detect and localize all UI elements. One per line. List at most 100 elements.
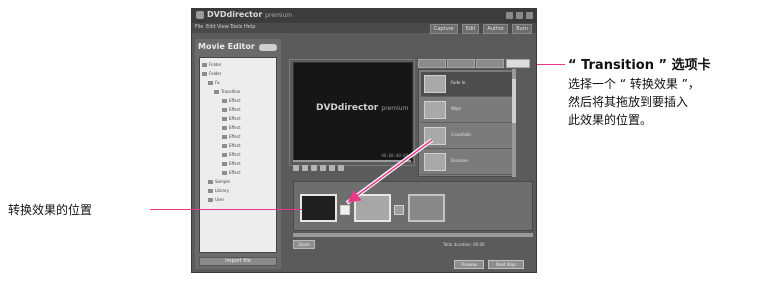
tree-item[interactable]: Library bbox=[208, 188, 229, 194]
callout-heading: “ Transition ” 选项卡 bbox=[568, 58, 711, 73]
author-button[interactable]: Author bbox=[483, 24, 509, 34]
folder-icon bbox=[214, 90, 219, 94]
transition-item[interactable]: Crossfade bbox=[421, 124, 513, 149]
folder-icon bbox=[208, 81, 213, 85]
tree-item[interactable]: Transition bbox=[214, 89, 240, 95]
storyboard-clip[interactable] bbox=[354, 194, 391, 222]
tree-item-label: Transition bbox=[221, 89, 241, 94]
minimize-icon[interactable] bbox=[506, 12, 513, 19]
folder-icon bbox=[208, 189, 213, 193]
transition-slot[interactable] bbox=[340, 205, 350, 215]
app-title: DVDdirector premium bbox=[207, 10, 293, 19]
tree-item-label: Sample bbox=[215, 179, 230, 184]
folder-icon bbox=[208, 198, 213, 202]
timeline-bar[interactable] bbox=[293, 233, 533, 237]
app-window: DVDdirector premium File Edit View Tools… bbox=[191, 8, 537, 273]
seek-bar[interactable] bbox=[293, 160, 411, 162]
tree-item-label: Effect bbox=[229, 116, 241, 121]
zoom-button[interactable]: Zoom bbox=[293, 240, 315, 249]
transition-slot[interactable] bbox=[394, 205, 404, 215]
folder-icon bbox=[202, 72, 207, 76]
mode-toolbar: Capture Edit Author Burn bbox=[429, 23, 532, 35]
capture-button[interactable]: Capture bbox=[429, 24, 458, 34]
library-tabs bbox=[418, 59, 536, 68]
transition-thumbnail bbox=[424, 75, 446, 93]
transition-tab-callout: “ Transition ” 选项卡 选择一个 “ 转换效果 ”， 然后将其拖放… bbox=[568, 56, 768, 129]
file-tree[interactable]: Folder Folder Fx Transition Effect Effect Effe… bbox=[199, 57, 277, 253]
tree-item[interactable]: Sample bbox=[208, 179, 230, 185]
transition-list: Fade In Wipe Crossfade Dissolve bbox=[418, 69, 516, 177]
tree-item[interactable]: Effect bbox=[222, 107, 241, 113]
transition-name: Dissolve bbox=[451, 158, 468, 163]
tree-item-label: Effect bbox=[229, 152, 241, 157]
tree-item-label: User bbox=[215, 197, 225, 202]
menu-tools[interactable]: Tools bbox=[230, 24, 242, 30]
tree-item-label: Effect bbox=[229, 125, 241, 130]
transition-item[interactable]: Dissolve bbox=[421, 150, 513, 175]
transition-item[interactable]: Fade In bbox=[421, 72, 513, 97]
storyboard-clip[interactable] bbox=[300, 194, 337, 222]
tree-item[interactable]: Folder bbox=[202, 71, 221, 77]
forward-icon[interactable] bbox=[329, 165, 335, 171]
import-button[interactable]: Import file bbox=[199, 257, 277, 266]
volume-icon[interactable] bbox=[338, 165, 344, 171]
tree-item[interactable]: Effect bbox=[222, 143, 241, 149]
folder-icon bbox=[222, 135, 227, 139]
folder-icon bbox=[222, 126, 227, 130]
tab-transition[interactable] bbox=[506, 59, 530, 68]
menu-file[interactable]: File bbox=[195, 24, 203, 30]
app-logo-icon bbox=[196, 11, 204, 19]
callout-text: 然后将其拖放到要插入 bbox=[568, 95, 689, 109]
tree-item-label: Folder bbox=[209, 71, 222, 76]
tree-item[interactable]: Effect bbox=[222, 98, 241, 104]
total-duration: Total duration: 00:00 bbox=[443, 242, 485, 247]
tree-item[interactable]: Folder bbox=[202, 62, 221, 68]
folder-icon bbox=[222, 153, 227, 157]
folder-icon bbox=[222, 99, 227, 103]
transition-name: Fade In bbox=[451, 80, 466, 85]
folder-icon bbox=[222, 171, 227, 175]
stop-icon[interactable] bbox=[320, 165, 326, 171]
leader-line-transition-position bbox=[150, 209, 302, 210]
folder-icon bbox=[222, 144, 227, 148]
tree-item[interactable]: Fx bbox=[208, 80, 220, 86]
tree-item-label: Effect bbox=[229, 107, 241, 112]
tree-item[interactable]: Effect bbox=[222, 170, 241, 176]
title-bar: DVDdirector premium bbox=[192, 9, 536, 23]
tree-item-label: Effect bbox=[229, 170, 241, 175]
panel-toggle[interactable] bbox=[259, 44, 277, 51]
menu-help[interactable]: Help bbox=[244, 24, 255, 30]
transition-thumbnail bbox=[424, 153, 446, 171]
tree-item-label: Effect bbox=[229, 143, 241, 148]
tree-item[interactable]: Effect bbox=[222, 161, 241, 167]
menu-view[interactable]: View bbox=[217, 24, 229, 30]
play-icon[interactable] bbox=[302, 165, 308, 171]
tree-item-label: Folder bbox=[209, 62, 222, 67]
menu-edit[interactable]: Edit bbox=[206, 24, 216, 30]
tab-video[interactable] bbox=[418, 59, 446, 68]
pause-icon[interactable] bbox=[311, 165, 317, 171]
rewind-icon[interactable] bbox=[293, 165, 299, 171]
leader-line-transition-tab bbox=[537, 64, 565, 65]
tab-photo[interactable] bbox=[447, 59, 475, 68]
tree-item[interactable]: Effect bbox=[222, 125, 241, 131]
preview-button[interactable]: Preview bbox=[454, 260, 484, 269]
tree-item[interactable]: User bbox=[208, 197, 224, 203]
transition-name: Wipe bbox=[451, 106, 461, 111]
transition-scroll-thumb[interactable] bbox=[512, 79, 516, 123]
tree-item[interactable]: Effect bbox=[222, 134, 241, 140]
close-icon[interactable] bbox=[526, 12, 533, 19]
callout-text: 此效果的位置。 bbox=[568, 113, 653, 127]
preview-window: DVDdirector premium 00:00:00:00 bbox=[293, 62, 413, 162]
tab-audio[interactable] bbox=[476, 59, 504, 68]
next-step-button[interactable]: Next Step bbox=[488, 260, 524, 269]
transition-item[interactable]: Wipe bbox=[421, 98, 513, 123]
transition-thumbnail bbox=[424, 101, 446, 119]
tree-item[interactable]: Effect bbox=[222, 116, 241, 122]
burn-button[interactable]: Burn bbox=[512, 24, 532, 34]
storyboard-clip[interactable] bbox=[408, 194, 445, 222]
folder-icon bbox=[202, 63, 207, 67]
maximize-icon[interactable] bbox=[516, 12, 523, 19]
edit-button[interactable]: Edit bbox=[461, 24, 480, 34]
tree-item[interactable]: Effect bbox=[222, 152, 241, 158]
